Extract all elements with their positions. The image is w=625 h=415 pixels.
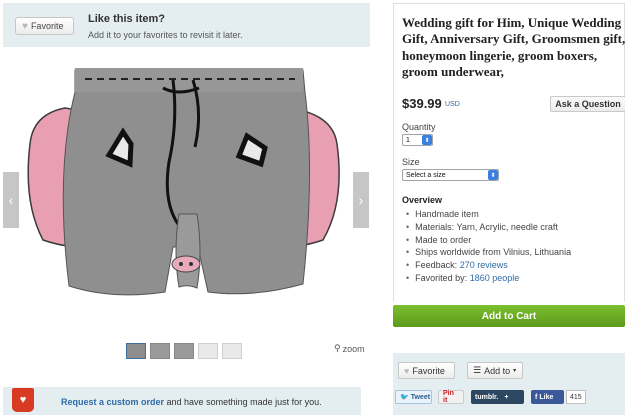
custom-order-text: Request a custom order and have somethin… xyxy=(61,397,322,407)
request-custom-order-link[interactable]: Request a custom order xyxy=(61,397,164,407)
add-to-cart-button[interactable]: Add to Cart xyxy=(393,305,625,327)
custom-order-rest: and have something made just for you. xyxy=(164,397,322,407)
like-heading: Like this item? xyxy=(88,13,166,25)
thumbnail-4[interactable] xyxy=(198,343,218,359)
favorite-action-button[interactable]: ♥ Favorite xyxy=(398,362,455,379)
favorite-banner: ♥ Favorite Like this item? Add it to you… xyxy=(3,3,370,47)
like-count: 415 xyxy=(566,390,586,404)
favorite-action-label: Favorite xyxy=(412,365,445,376)
overview-list: Handmade item Materials: Yarn, Acrylic, … xyxy=(406,208,571,285)
thumbnail-1[interactable] xyxy=(126,343,146,359)
quantity-label: Quantity xyxy=(402,122,436,132)
zoom-link[interactable]: ⚲ zoom xyxy=(334,343,365,354)
overview-heading: Overview xyxy=(402,195,443,205)
tweet-button[interactable]: 🐦 Tweet xyxy=(395,390,432,404)
size-value: Select a size xyxy=(406,171,446,179)
overview-feedback: Feedback: 270 reviews xyxy=(406,259,571,272)
size-select[interactable]: Select a size ⬍ xyxy=(402,169,499,181)
feedback-reviews-link[interactable]: 270 reviews xyxy=(460,260,508,270)
chevron-down-icon: ▾ xyxy=(513,368,517,374)
listing-price: $39.99 xyxy=(402,96,442,111)
actions-panel: ♥ Favorite ☰ Add to ▾ 🐦 Tweet Pin it tum… xyxy=(393,353,625,415)
thumbnail-2[interactable] xyxy=(150,343,170,359)
thumbnail-strip xyxy=(126,343,242,359)
overview-item: Ships worldwide from Vilnius, Lithuania xyxy=(406,246,571,259)
heart-icon: ♥ xyxy=(22,20,28,32)
listing-title: Wedding gift for Him, Unique Wedding Gif… xyxy=(402,15,625,79)
previous-image-arrow[interactable]: ‹ xyxy=(3,172,19,228)
custom-order-banner: ♥ Request a custom order and have someth… xyxy=(3,387,361,415)
select-arrows-icon: ⬍ xyxy=(488,170,498,180)
select-arrows-icon: ⬍ xyxy=(422,135,432,145)
like-label: Like xyxy=(539,393,554,401)
thumbnail-5[interactable] xyxy=(222,343,242,359)
add-to-label: Add to xyxy=(484,365,511,376)
list-icon: ☰ xyxy=(473,365,482,375)
feedback-prefix: Feedback: xyxy=(415,260,460,271)
overview-item: Made to order xyxy=(406,234,571,247)
facebook-icon: f xyxy=(535,393,538,401)
custom-order-icon: ♥ xyxy=(12,388,34,412)
listing-info-panel: Wedding gift for Him, Unique Wedding Gif… xyxy=(393,3,625,302)
zoom-label: zoom xyxy=(342,343,365,354)
pin-it-button[interactable]: Pin it xyxy=(438,390,464,404)
quantity-select[interactable]: 1 ⬍ xyxy=(402,134,433,146)
facebook-like-button[interactable]: f Like xyxy=(531,390,564,404)
twitter-bird-icon: 🐦 xyxy=(400,394,409,401)
favorited-people-link[interactable]: 1860 people xyxy=(470,273,520,283)
ask-question-button[interactable]: Ask a Question xyxy=(550,96,625,112)
plus-icon: + xyxy=(504,393,509,401)
like-subtext: Add it to your favorites to revisit it l… xyxy=(88,30,243,40)
favorited-prefix: Favorited by: xyxy=(415,272,470,283)
knitted-boxers-image xyxy=(27,68,340,296)
overview-favorited: Favorited by: 1860 people xyxy=(406,272,571,285)
overview-item: Handmade item xyxy=(406,208,571,221)
tweet-label: Tweet xyxy=(410,393,431,401)
heart-icon: ♥ xyxy=(404,365,410,376)
thumbnail-3[interactable] xyxy=(174,343,194,359)
favorite-button-label: Favorite xyxy=(30,21,64,31)
quantity-value: 1 xyxy=(406,136,410,144)
tumblr-button[interactable]: tumblr. + xyxy=(471,390,524,404)
overview-item: Materials: Yarn, Acrylic, needle craft xyxy=(406,221,571,234)
currency-code[interactable]: USD xyxy=(445,101,460,108)
favorite-button[interactable]: ♥ Favorite xyxy=(15,17,74,35)
magnifier-icon: ⚲ xyxy=(334,343,341,353)
tumblr-label: tumblr. xyxy=(475,393,499,401)
product-image[interactable]: ‹ › xyxy=(3,52,369,342)
add-to-list-button[interactable]: ☰ Add to ▾ xyxy=(467,362,523,379)
size-label: Size xyxy=(402,157,420,167)
next-image-arrow[interactable]: › xyxy=(353,172,369,228)
